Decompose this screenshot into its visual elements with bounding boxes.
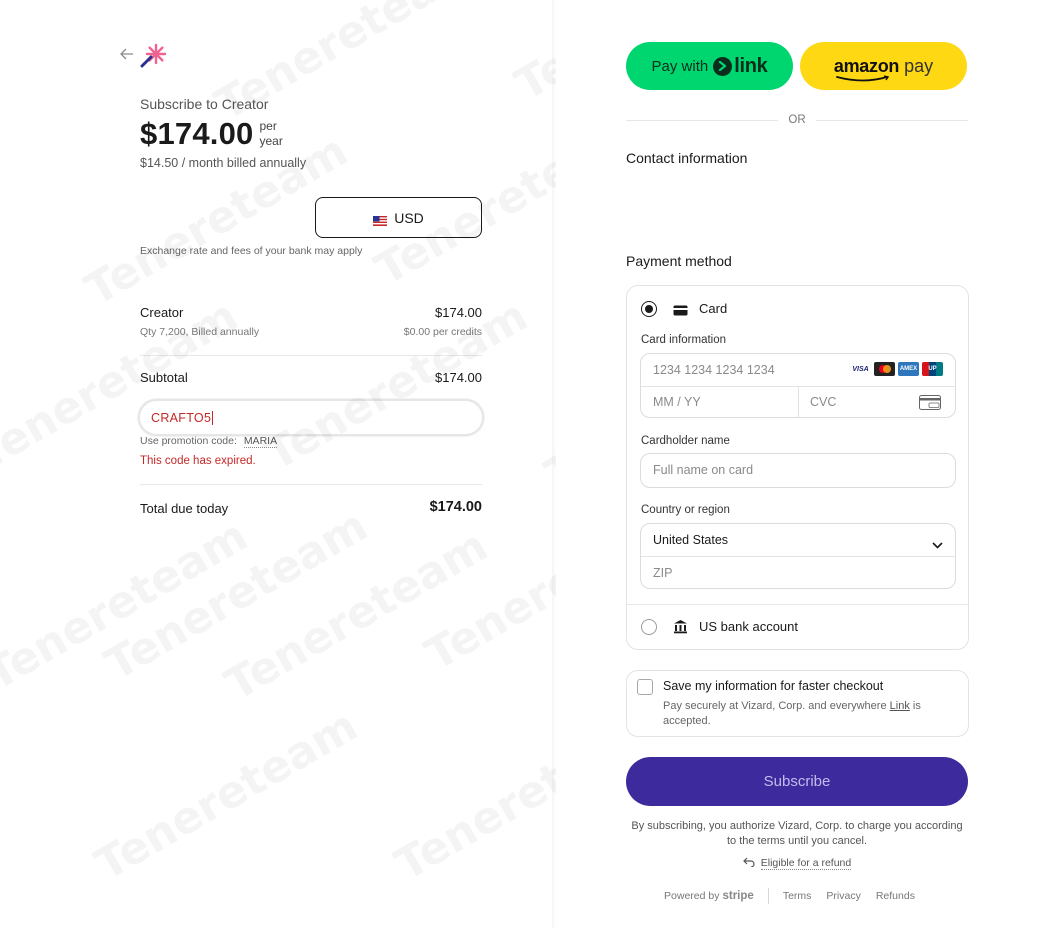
- divider: [140, 484, 482, 485]
- line-item-creator: Creator Qty 7,200, Billed annually $174.…: [140, 305, 482, 338]
- address-fields-group: United States ZIP: [640, 523, 956, 589]
- footer-divider: [767, 888, 769, 904]
- cvc-card-icon: [919, 395, 941, 415]
- zip-input[interactable]: ZIP: [653, 566, 672, 580]
- refunds-link[interactable]: Refunds: [876, 890, 915, 902]
- terms-link[interactable]: Terms: [783, 890, 812, 902]
- or-line-right: [815, 119, 968, 121]
- stripe-logo: stripe: [722, 890, 754, 902]
- card-information-label: Card information: [641, 334, 727, 346]
- subscribe-button[interactable]: Subscribe: [626, 757, 968, 806]
- expiry-input[interactable]: MM / YY: [653, 395, 701, 409]
- checkout-panel: Pay with link amazon pay OR Contact info…: [556, 0, 1042, 928]
- or-line-left: [626, 119, 779, 121]
- currency-label: USD: [394, 209, 424, 226]
- amazon-pay-button[interactable]: amazon pay: [800, 42, 967, 90]
- save-info-checkbox[interactable]: [637, 679, 653, 695]
- billing-period: per year: [259, 119, 282, 149]
- promo-error: This code has expired.: [140, 455, 256, 467]
- cardholder-name-label: Cardholder name: [641, 435, 730, 447]
- payment-method-title: Payment method: [626, 253, 732, 269]
- field-divider: [798, 386, 799, 418]
- refund-icon: [742, 857, 755, 870]
- promo-code-value: CRAFTO5: [151, 410, 212, 425]
- amex-icon: AMEX: [898, 362, 919, 376]
- card-icon: [673, 303, 688, 321]
- order-summary-panel: Subscribe to Creator $174.00 per year $1…: [0, 0, 552, 928]
- card-number-input[interactable]: 1234 1234 1234 1234: [653, 363, 775, 377]
- or-divider: OR: [626, 112, 968, 128]
- text-caret: [212, 410, 214, 425]
- amazon-smile-icon: [835, 70, 893, 88]
- promo-code-input[interactable]: CRAFTO5: [138, 399, 484, 436]
- subtotal-label: Subtotal: [140, 370, 188, 385]
- country-region-label: Country or region: [641, 504, 730, 516]
- save-info-box: Save my information for faster checkout …: [626, 670, 969, 737]
- back-row: [120, 42, 167, 68]
- footer: Powered by stripe Terms Privacy Refunds: [626, 888, 968, 904]
- total-label: Total due today: [140, 501, 229, 516]
- refund-link[interactable]: Eligible for a refund: [760, 857, 852, 870]
- payment-method-box: Card Card information 1234 1234 1234 123…: [626, 285, 969, 650]
- contact-information-title: Contact information: [626, 150, 748, 166]
- amazon-pay-label: pay: [904, 55, 934, 76]
- refund-row: Eligible for a refund: [626, 857, 968, 870]
- save-info-title: Save my information for faster checkout: [663, 679, 884, 693]
- save-info-text: Pay securely at Vizard, Corp. and everyw…: [663, 700, 887, 712]
- cardholder-name-input[interactable]: Full name on card: [640, 453, 956, 488]
- powered-by-text: Powered by: [664, 890, 720, 902]
- card-brand-logos: VISA AMEX UP: [850, 362, 943, 376]
- cardholder-name-placeholder: Full name on card: [653, 463, 754, 477]
- total-amount: $174.00: [429, 499, 482, 515]
- line-item-name: Creator: [140, 305, 184, 320]
- line-item-amount: $174.00: [435, 305, 482, 320]
- subtotal-row: Subtotal $174.00: [140, 370, 482, 385]
- link-chevron-icon: [713, 56, 733, 76]
- line-item-unit-price: $0.00 per credits: [403, 326, 482, 338]
- subscribe-title: Subscribe to Creator: [140, 96, 269, 112]
- link-info-link[interactable]: Link: [890, 700, 910, 712]
- promo-hint-text: Use promotion code:: [140, 435, 237, 447]
- pay-with-link-button[interactable]: Pay with link: [626, 42, 793, 90]
- card-fields-group: 1234 1234 1234 1234 VISA AMEX UP MM / YY…: [640, 353, 956, 418]
- period-line-2: year: [259, 134, 283, 148]
- country-select[interactable]: United States: [653, 533, 728, 547]
- payment-option-divider: [627, 604, 968, 605]
- chevron-down-icon[interactable]: [932, 536, 943, 554]
- privacy-link[interactable]: Privacy: [826, 890, 860, 902]
- divider: [140, 355, 482, 356]
- card-option-label: Card: [699, 301, 728, 316]
- or-text: OR: [788, 114, 806, 126]
- card-radio[interactable]: [641, 301, 657, 317]
- exchange-note: Exchange rate and fees of your bank may …: [140, 245, 363, 257]
- promo-hint-code[interactable]: MARIA: [243, 435, 278, 448]
- subtotal-amount: $174.00: [435, 370, 482, 385]
- promo-hint: Use promotion code: MARIA: [140, 435, 278, 448]
- cvc-input[interactable]: CVC: [810, 395, 836, 409]
- terms-note: By subscribing, you authorize Vizard, Co…: [631, 820, 963, 847]
- currency-toggle-button[interactable]: USD: [315, 197, 482, 238]
- us-bank-option-label: US bank account: [699, 619, 799, 634]
- link-wordmark: link: [734, 54, 768, 77]
- unionpay-icon: UP: [922, 362, 943, 376]
- visa-icon: VISA: [850, 362, 871, 376]
- powered-by-stripe[interactable]: Powered by stripe: [664, 890, 754, 902]
- field-divider: [641, 556, 955, 557]
- arrow-left-icon[interactable]: [120, 47, 134, 64]
- price: $174.00: [140, 116, 254, 151]
- bank-icon: [673, 619, 688, 639]
- price-row: $174.00 per year: [140, 116, 283, 152]
- us-flag-icon: [373, 213, 388, 226]
- sparkle-logo: [140, 42, 167, 68]
- pay-with-label: Pay with: [651, 57, 709, 75]
- save-info-description: Pay securely at Vizard, Corp. and everyw…: [663, 699, 963, 729]
- us-bank-radio[interactable]: [641, 619, 657, 635]
- mastercard-icon: [874, 362, 895, 376]
- monthly-note: $14.50 / month billed annually: [140, 156, 307, 170]
- period-line-1: per: [259, 119, 277, 133]
